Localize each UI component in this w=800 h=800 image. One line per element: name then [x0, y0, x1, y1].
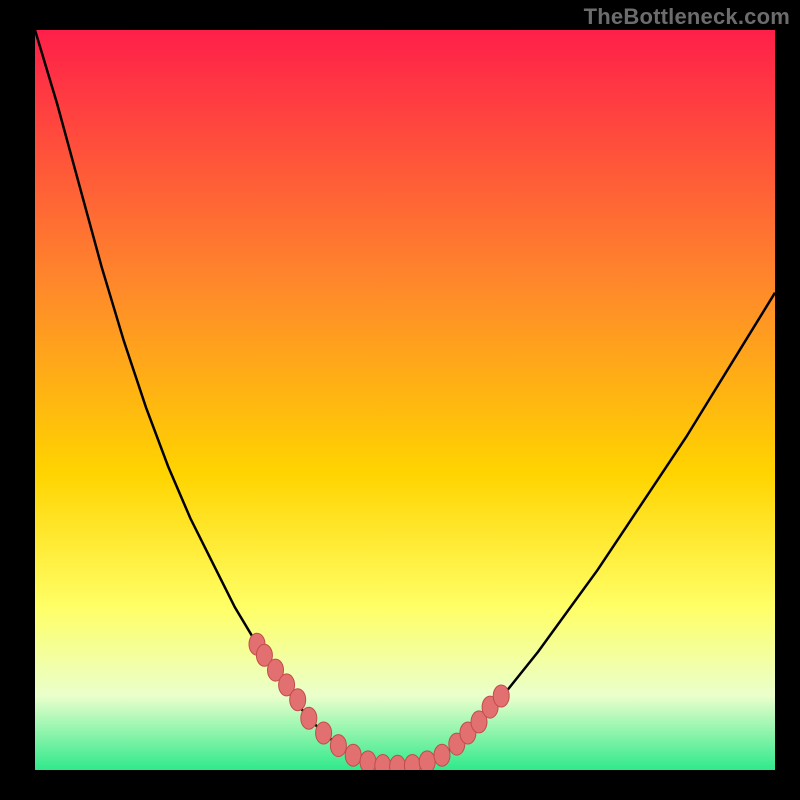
highlight-dot [316, 722, 332, 744]
plot-area [35, 30, 775, 770]
highlight-dot [493, 685, 509, 707]
highlight-dot [290, 689, 306, 711]
highlight-dot [360, 751, 376, 770]
gradient-background [35, 30, 775, 770]
highlight-dot [419, 751, 435, 770]
watermark-text: TheBottleneck.com [584, 4, 790, 30]
highlight-dot [434, 744, 450, 766]
highlight-dot [301, 707, 317, 729]
chart-svg [35, 30, 775, 770]
highlight-dot [345, 744, 361, 766]
highlight-dot [330, 735, 346, 757]
chart-frame: TheBottleneck.com [0, 0, 800, 800]
